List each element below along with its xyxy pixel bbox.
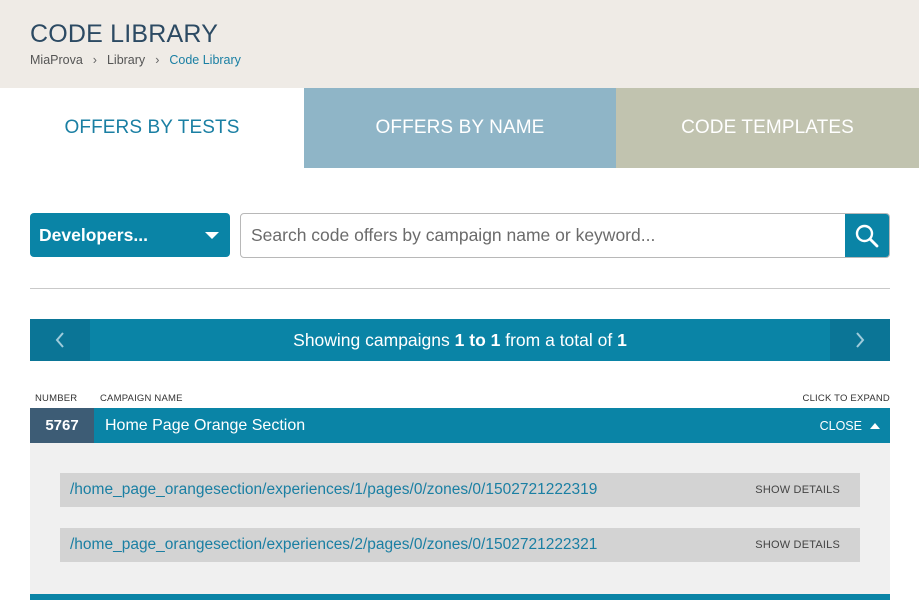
next-page-button[interactable] [830,319,890,361]
divider [30,288,890,289]
breadcrumb-library[interactable]: Library [107,53,145,67]
campaign-details-panel: /home_page_orangesection/experiences/1/p… [30,443,890,594]
close-label: CLOSE [819,418,862,433]
tab-offers-by-tests[interactable]: OFFERS BY TESTS [0,88,304,168]
pagination-prefix: Showing campaigns [293,329,450,350]
campaign-row[interactable]: 5767 Home Page Orange Section CLOSE [30,408,890,443]
close-button[interactable]: CLOSE [820,408,880,443]
page-title: CODE LIBRARY [30,20,219,48]
pagination-bar: Showing campaigns 1 to 1 from a total of… [30,319,890,361]
offer-path-link[interactable]: /home_page_orangesection/experiences/2/p… [70,528,597,562]
column-header-click-to-expand: CLICK TO EXPAND [802,393,890,404]
chevron-right-icon [856,332,865,348]
pagination-total: 1 [617,329,627,350]
tab-code-templates[interactable]: CODE TEMPLATES [616,88,919,168]
column-header-campaign-name: CAMPAIGN NAME [100,393,183,404]
caret-down-icon [205,232,219,239]
prev-page-button[interactable] [30,319,90,361]
breadcrumb-separator: › [92,53,97,67]
show-details-button[interactable]: SHOW DETAILS [755,473,840,507]
column-header-number: NUMBER [35,393,78,404]
offer-path-link[interactable]: /home_page_orangesection/experiences/1/p… [70,473,597,507]
chevron-left-icon [55,332,64,348]
dropdown-value: Developers... [39,224,148,245]
search-box [240,213,890,258]
tab-bar: OFFERS BY TESTS OFFERS BY NAME CODE TEMP… [0,88,919,168]
offer-item: /home_page_orangesection/experiences/2/p… [60,528,860,562]
campaign-number: 5767 [30,408,94,443]
breadcrumb-miaprova[interactable]: MiaProva [30,53,83,67]
caret-up-icon [870,422,880,429]
panel-bottom-border [30,594,890,600]
breadcrumb-separator: › [155,53,160,67]
page-header: CODE LIBRARY MiaProva › Library › Code L… [0,0,919,88]
search-button[interactable] [845,214,889,257]
search-input[interactable] [241,214,845,257]
offer-item: /home_page_orangesection/experiences/1/p… [60,473,860,507]
pagination-middle: from a total of [505,329,613,350]
developer-dropdown[interactable]: Developers... [30,213,230,257]
breadcrumb: MiaProva › Library › Code Library [30,53,241,67]
search-icon [855,224,879,247]
breadcrumb-code-library[interactable]: Code Library [169,53,241,67]
show-details-button[interactable]: SHOW DETAILS [755,528,840,562]
pagination-summary: Showing campaigns 1 to 1 from a total of… [90,319,830,361]
pagination-range: 1 to 1 [454,329,501,350]
tab-offers-by-name[interactable]: OFFERS BY NAME [304,88,616,168]
campaign-name: Home Page Orange Section [105,416,306,434]
